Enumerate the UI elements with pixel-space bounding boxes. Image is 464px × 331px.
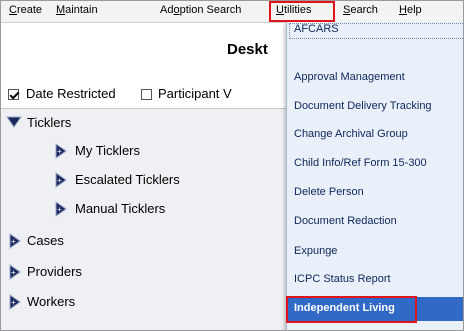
participant-label: Participant V bbox=[158, 86, 232, 101]
menu-adoption-search-prefix: Ad bbox=[160, 4, 174, 16]
menu-create-mnemonic: C bbox=[9, 4, 17, 16]
desktop-title: Deskt bbox=[227, 41, 268, 58]
menu-maintain-mnemonic: M bbox=[56, 4, 66, 16]
triangle-right-icon[interactable]: + bbox=[8, 264, 22, 280]
menu-search[interactable]: Search bbox=[343, 4, 378, 16]
triangle-down-icon[interactable] bbox=[6, 115, 22, 129]
svg-text:+: + bbox=[57, 147, 62, 156]
utilities-dropdown-menu: AFCARS Approval Management Document Deli… bbox=[286, 22, 463, 330]
tree-label-providers: Providers bbox=[27, 264, 82, 279]
tree-label-workers: Workers bbox=[27, 294, 76, 309]
independent-living-highlight-box bbox=[286, 296, 417, 323]
svg-text:+: + bbox=[57, 205, 62, 214]
menu-maintain-label: aintain bbox=[65, 4, 98, 16]
tree-label-cases: Cases bbox=[27, 233, 64, 248]
menu-create[interactable]: Create bbox=[9, 4, 42, 16]
menu-item-child-info-ref-form[interactable]: Child Info/Ref Form 15-300 bbox=[287, 152, 463, 176]
triangle-right-icon[interactable]: + bbox=[8, 233, 22, 249]
svg-text:+: + bbox=[57, 176, 62, 185]
menu-item-icpc-status-report[interactable]: ICPC Status Report bbox=[287, 268, 463, 292]
tree-label-escalated-ticklers: Escalated Ticklers bbox=[75, 172, 180, 187]
date-restricted-label: Date Restricted bbox=[26, 86, 116, 101]
date-restricted-checkbox[interactable] bbox=[8, 89, 19, 100]
svg-text:+: + bbox=[11, 237, 16, 246]
triangle-right-icon[interactable]: + bbox=[54, 172, 68, 188]
menu-item-document-delivery-tracking[interactable]: Document Delivery Tracking bbox=[287, 95, 463, 119]
menu-item-afcars-label: AFCARS bbox=[294, 23, 339, 35]
menu-item-label: Document Delivery Tracking bbox=[294, 100, 432, 112]
menu-item-afcars[interactable]: AFCARS bbox=[287, 22, 463, 40]
menu-item-document-redaction[interactable]: Document Redaction bbox=[287, 210, 463, 234]
application-window: Create Maintain Adoption Search Utilitie… bbox=[0, 0, 464, 331]
participant-checkbox[interactable] bbox=[141, 89, 152, 100]
tree-label-manual-ticklers: Manual Ticklers bbox=[75, 201, 166, 216]
menu-item-change-archival-group[interactable]: Change Archival Group bbox=[287, 123, 463, 147]
menu-bar: Create Maintain Adoption Search Utilitie… bbox=[1, 1, 463, 23]
utilities-highlight-box bbox=[269, 1, 335, 22]
menu-item-approval-management[interactable]: Approval Management bbox=[287, 66, 463, 90]
menu-help-mnemonic: H bbox=[399, 4, 407, 16]
menu-item-label: Child Info/Ref Form 15-300 bbox=[294, 157, 427, 169]
menu-item-label: Expunge bbox=[294, 245, 338, 257]
menu-help-label: elp bbox=[406, 4, 422, 16]
menu-item-expunge[interactable]: Expunge bbox=[287, 240, 463, 264]
menu-search-label: earch bbox=[350, 4, 378, 16]
triangle-right-icon[interactable]: + bbox=[54, 143, 68, 159]
menu-adoption-search[interactable]: Adoption Search bbox=[160, 4, 241, 16]
tree-label-ticklers: Ticklers bbox=[27, 115, 72, 130]
menu-item-label: ICPC Status Report bbox=[294, 273, 391, 285]
triangle-right-icon[interactable]: + bbox=[54, 201, 68, 217]
menu-create-label: reate bbox=[16, 4, 43, 16]
menu-help[interactable]: Help bbox=[399, 4, 422, 16]
menu-item-label: Change Archival Group bbox=[294, 128, 408, 140]
menu-item-label: Delete Person bbox=[294, 186, 364, 198]
triangle-right-icon[interactable]: + bbox=[8, 294, 22, 310]
menu-maintain[interactable]: Maintain bbox=[56, 4, 98, 16]
menu-adoption-search-label: ption Search bbox=[179, 4, 242, 16]
svg-text:+: + bbox=[11, 268, 16, 277]
tree-label-my-ticklers: My Ticklers bbox=[75, 143, 140, 158]
svg-text:+: + bbox=[11, 298, 16, 307]
menu-item-label: Approval Management bbox=[294, 71, 405, 83]
menu-item-label: Document Redaction bbox=[294, 215, 397, 227]
menu-item-delete-person[interactable]: Delete Person bbox=[287, 181, 463, 205]
filter-row: Date Restricted Participant V bbox=[8, 85, 308, 105]
